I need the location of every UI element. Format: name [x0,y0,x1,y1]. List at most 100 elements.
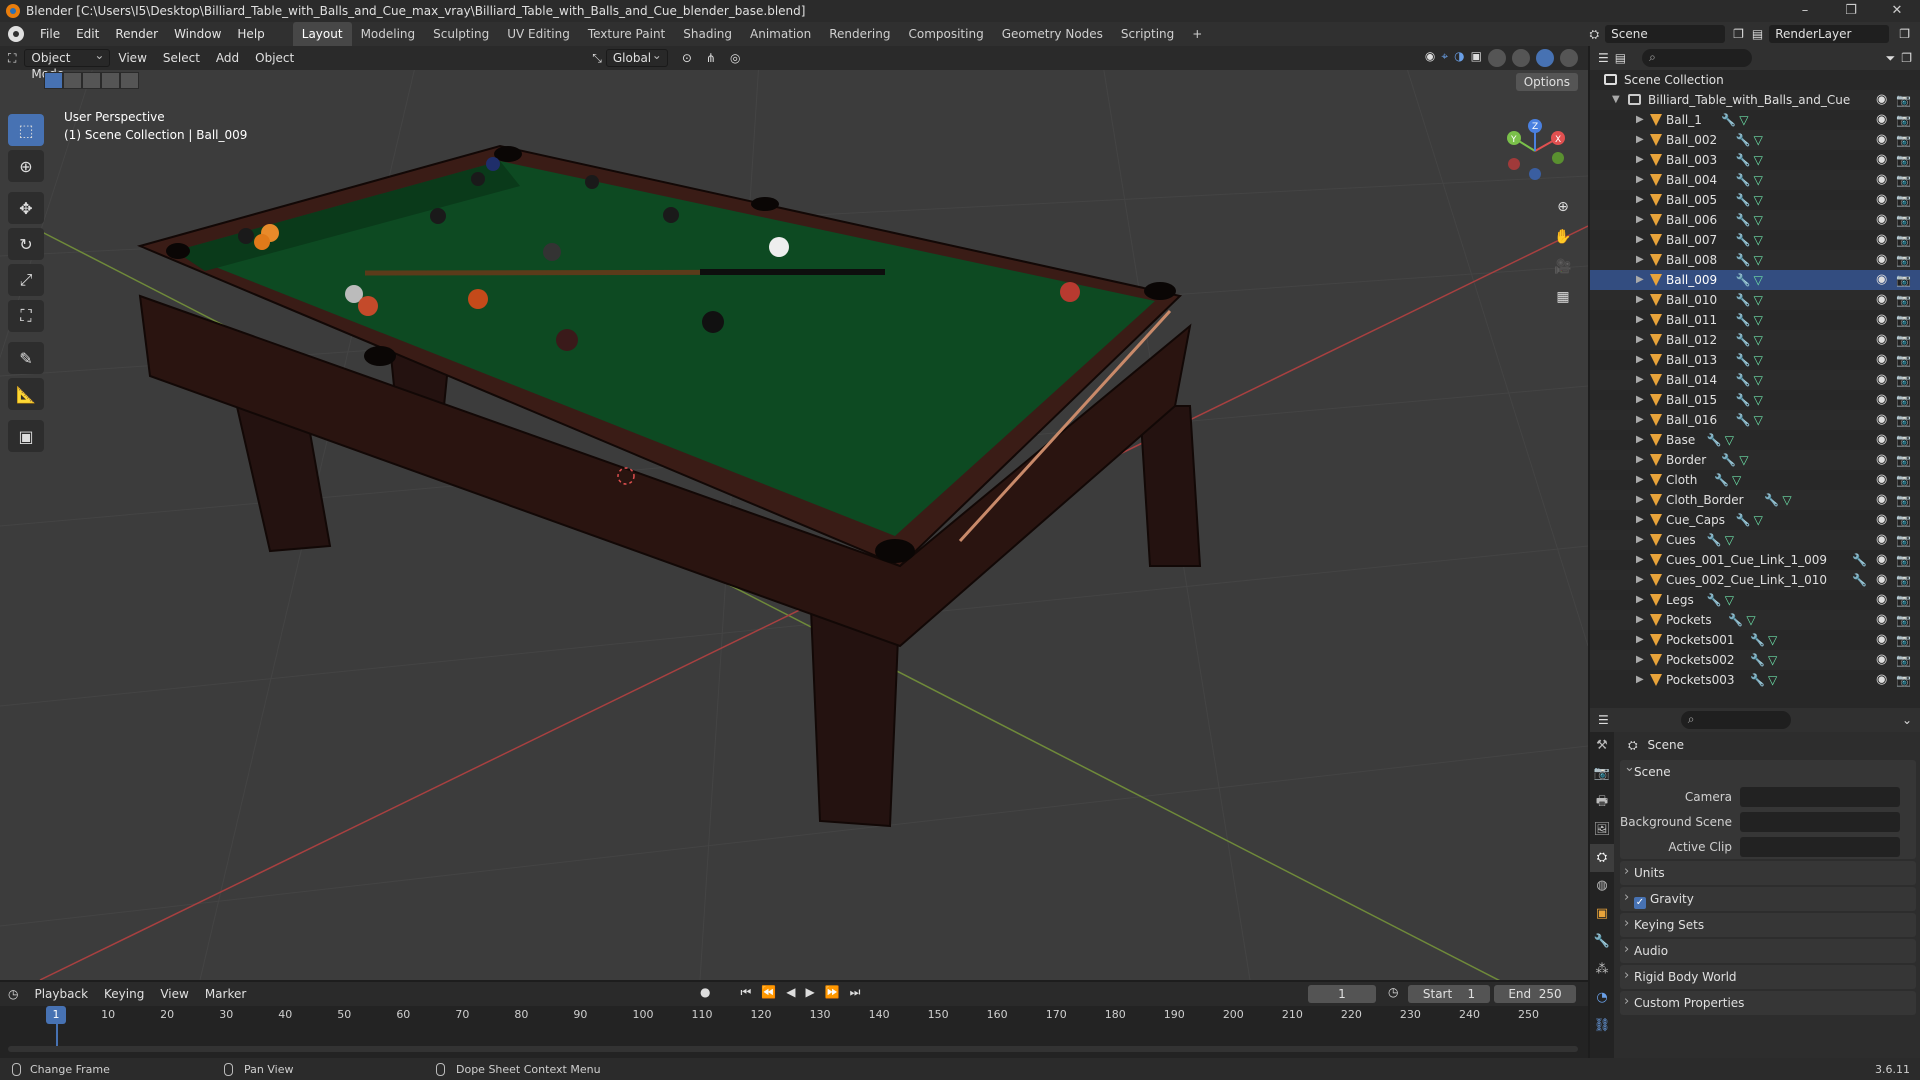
visibility-eye-icon[interactable]: ◉ [1876,530,1887,550]
pan-hand-icon[interactable]: ✋ [1552,226,1574,248]
mesh-data-icon[interactable]: ▽ [1754,330,1763,350]
outliner-editor-type-icon[interactable]: ☰ [1598,51,1609,65]
render-camera-icon[interactable]: 📷 [1896,650,1911,670]
menu-add[interactable]: Add [208,51,247,65]
mesh-data-icon[interactable]: ▽ [1754,310,1763,330]
render-camera-icon[interactable]: 📷 [1896,570,1911,590]
output-tab-icon[interactable]: 🖶 [1590,788,1614,816]
visibility-eye-icon[interactable]: ◉ [1876,210,1887,230]
mesh-data-icon[interactable]: ▽ [1768,670,1777,690]
render-camera-icon[interactable]: 📷 [1896,470,1911,490]
jump-keyframe-back-icon[interactable]: ⏪ [761,985,776,1000]
outliner-item[interactable]: ▶ Ball_008 🔧 ▽ ◉ 📷 [1590,250,1920,270]
modifier-wrench-icon[interactable]: 🔧 [1736,310,1751,330]
mesh-data-icon[interactable]: ▽ [1739,110,1748,130]
add-cube-tool-icon[interactable]: ▣ [8,420,44,452]
visibility-eye-icon[interactable]: ◉ [1876,130,1887,150]
properties-options-icon[interactable]: ⌄ [1902,713,1912,727]
menu-window[interactable]: Window [166,27,229,41]
mesh-data-icon[interactable]: ▽ [1754,250,1763,270]
modifier-wrench-icon[interactable]: 🔧 [1714,470,1729,490]
properties-editor-type-icon[interactable]: ☰ [1598,713,1609,727]
material-shading-button[interactable] [1536,49,1554,67]
modifier-wrench-icon[interactable]: 🔧 [1736,190,1751,210]
camera-field[interactable] [1740,786,1900,807]
modifier-tab-icon[interactable]: 🔧 [1590,928,1614,956]
expand-arrow-icon[interactable]: ▶ [1636,210,1644,230]
expand-arrow-icon[interactable]: ▶ [1636,530,1644,550]
expand-arrow-icon[interactable]: ▶ [1636,150,1644,170]
mesh-data-icon[interactable]: ▽ [1754,290,1763,310]
mesh-data-icon[interactable]: ▽ [1754,370,1763,390]
expand-arrow-icon[interactable]: ▶ [1636,250,1644,270]
scene-selector[interactable]: Scene [1605,25,1726,43]
tab-animation[interactable]: Animation [741,22,820,46]
modifier-wrench-icon[interactable]: 🔧 [1736,270,1751,290]
mesh-data-icon[interactable]: ▽ [1754,350,1763,370]
use-preview-range-icon[interactable]: ◷ [1388,985,1398,999]
modifier-wrench-icon[interactable]: 🔧 [1736,410,1751,430]
expand-arrow-icon[interactable]: ▶ [1636,610,1644,630]
render-camera-icon[interactable]: 📷 [1896,170,1911,190]
render-camera-icon[interactable]: 📷 [1896,210,1911,230]
menu-render[interactable]: Render [107,27,166,41]
visibility-eye-icon[interactable]: ◉ [1876,630,1887,650]
properties-search-input[interactable] [1680,710,1791,729]
expand-arrow-icon[interactable]: ▼ [1612,90,1620,110]
expand-arrow-icon[interactable]: ▶ [1636,230,1644,250]
modifier-wrench-icon[interactable]: 🔧 [1852,570,1867,590]
modifier-wrench-icon[interactable]: 🔧 [1707,590,1722,610]
visibility-eye-icon[interactable]: ◉ [1876,330,1887,350]
render-tab-icon[interactable]: 📷 [1590,760,1614,788]
mesh-data-icon[interactable]: ▽ [1754,170,1763,190]
close-button[interactable]: ✕ [1874,0,1920,22]
mesh-data-icon[interactable]: ▽ [1725,590,1734,610]
mesh-data-icon[interactable]: ▽ [1768,630,1777,650]
expand-arrow-icon[interactable]: ▶ [1636,330,1644,350]
outliner-item[interactable]: ▶ Base 🔧 ▽ ◉ 📷 [1590,430,1920,450]
visibility-eye-icon[interactable]: ◉ [1876,290,1887,310]
select-new-button[interactable] [44,72,63,89]
render-camera-icon[interactable]: 📷 [1896,550,1911,570]
outliner-item[interactable]: ▶ Ball_003 🔧 ▽ ◉ 📷 [1590,150,1920,170]
play-icon[interactable]: ▶ [805,985,814,1000]
properties-editor[interactable]: ☰ ⌄ ⚒ 📷 🖶 🖼 ⛭ ◍ ▣ 🔧 ⁂ ◔ ⛓ ⛭ Scene Scene … [1590,708,1920,1058]
menu-keying[interactable]: Keying [96,987,152,1001]
jump-end-icon[interactable]: ⏭ [850,985,861,1000]
render-camera-icon[interactable]: 📷 [1896,430,1911,450]
xray-toggle-icon[interactable]: ▣ [1471,49,1482,67]
keying-sets-panel-header[interactable]: Keying Sets [1620,912,1916,937]
render-camera-icon[interactable]: 📷 [1896,110,1911,130]
world-tab-icon[interactable]: ◍ [1590,872,1614,900]
expand-arrow-icon[interactable]: ▶ [1636,410,1644,430]
gravity-checkbox[interactable]: ✓ [1634,897,1646,909]
transform-orientation-selector[interactable]: Global [605,47,668,67]
render-camera-icon[interactable]: 📷 [1896,610,1911,630]
menu-help[interactable]: Help [229,27,272,41]
gizmo-toggle-icon[interactable]: ⌖ [1441,49,1448,67]
timeline-scrollbar[interactable] [8,1046,1578,1052]
outliner-item[interactable]: ▶ Legs 🔧 ▽ ◉ 📷 [1590,590,1920,610]
outliner-item[interactable]: ▶ Pockets003 🔧 ▽ ◉ 📷 [1590,670,1920,690]
units-panel-header[interactable]: Units [1620,860,1916,885]
mesh-data-icon[interactable]: ▽ [1768,650,1777,670]
render-camera-icon[interactable]: 📷 [1896,230,1911,250]
visibility-eye-icon[interactable]: ◉ [1876,650,1887,670]
outliner-search-input[interactable] [1642,48,1753,67]
snap-icon[interactable]: ⋔ [706,51,716,65]
visibility-eye-icon[interactable]: ◉ [1876,250,1887,270]
render-camera-icon[interactable]: 📷 [1896,390,1911,410]
modifier-wrench-icon[interactable]: 🔧 [1736,170,1751,190]
outliner-item[interactable]: ▶ Cues 🔧 ▽ ◉ 📷 [1590,530,1920,550]
scene-panel-header[interactable]: Scene [1620,756,1916,784]
modifier-wrench-icon[interactable]: 🔧 [1750,670,1765,690]
modifier-wrench-icon[interactable]: 🔧 [1736,350,1751,370]
pivot-point-icon[interactable]: ⊙ [682,51,692,65]
mesh-data-icon[interactable]: ▽ [1754,190,1763,210]
mesh-data-icon[interactable]: ▽ [1754,230,1763,250]
visibility-eye-icon[interactable]: ◉ [1876,350,1887,370]
modifier-wrench-icon[interactable]: 🔧 [1750,630,1765,650]
outliner-item[interactable]: ▶ Pockets001 🔧 ▽ ◉ 📷 [1590,630,1920,650]
expand-arrow-icon[interactable]: ▶ [1636,190,1644,210]
tab-geometry-nodes[interactable]: Geometry Nodes [993,22,1112,46]
